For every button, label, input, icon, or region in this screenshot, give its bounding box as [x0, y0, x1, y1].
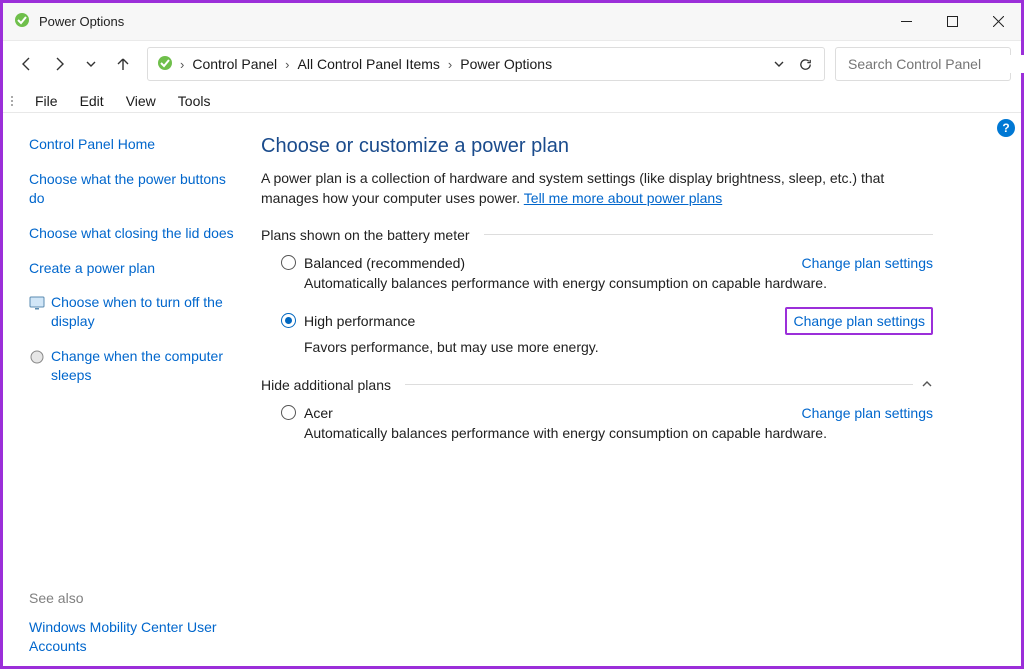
search-input[interactable]: [846, 55, 1024, 73]
back-button[interactable]: [13, 50, 41, 78]
sidebar-link-create-plan[interactable]: Create a power plan: [29, 259, 239, 278]
chevron-right-icon: ›: [448, 57, 452, 72]
plan-row-acer: Acer Change plan settings: [261, 401, 933, 423]
plan-row-high-performance: High performance Change plan settings: [261, 303, 933, 337]
moon-icon: [29, 349, 45, 365]
window-title: Power Options: [39, 14, 124, 29]
chevron-right-icon: ›: [285, 57, 289, 72]
main-content: Choose or customize a power plan A power…: [251, 113, 1021, 666]
address-icon: [156, 54, 174, 75]
forward-button[interactable]: [45, 50, 73, 78]
change-plan-settings-link[interactable]: Change plan settings: [801, 405, 933, 421]
nav-bar: › Control Panel › All Control Panel Item…: [3, 41, 1021, 87]
breadcrumb[interactable]: Power Options: [458, 56, 554, 72]
address-bar[interactable]: › Control Panel › All Control Panel Item…: [147, 47, 825, 81]
change-plan-settings-link[interactable]: Change plan settings: [801, 255, 933, 271]
maximize-button[interactable]: [929, 3, 975, 41]
change-plan-settings-link[interactable]: Change plan settings: [785, 307, 933, 335]
up-button[interactable]: [109, 50, 137, 78]
sidebar-link-power-buttons[interactable]: Choose what the power buttons do: [29, 170, 239, 208]
plan-row-balanced: Balanced (recommended) Change plan setti…: [261, 251, 933, 273]
plan-description: Automatically balances performance with …: [261, 273, 933, 303]
sidebar: Control Panel Home Choose what the power…: [3, 113, 251, 666]
chevron-right-icon: ›: [180, 57, 184, 72]
app-icon: [13, 11, 31, 32]
section-header-battery-plans: Plans shown on the battery meter: [261, 227, 933, 243]
menu-view[interactable]: View: [116, 90, 166, 112]
title-bar: Power Options: [3, 3, 1021, 41]
plan-name: Balanced (recommended): [304, 255, 465, 271]
menu-bar: File Edit View Tools: [3, 87, 1021, 113]
sidebar-link-closing-lid[interactable]: Choose what closing the lid does: [29, 224, 239, 243]
radio-balanced[interactable]: [281, 255, 296, 270]
chevron-up-icon: [921, 377, 933, 393]
see-also-header: See also: [29, 590, 239, 606]
page-description: A power plan is a collection of hardware…: [261, 168, 901, 209]
see-also: See also Windows Mobility Center User Ac…: [29, 590, 239, 656]
menu-file[interactable]: File: [25, 90, 68, 112]
minimize-button[interactable]: [883, 3, 929, 41]
learn-more-link[interactable]: Tell me more about power plans: [524, 190, 722, 206]
search-box[interactable]: [835, 47, 1011, 81]
breadcrumb[interactable]: All Control Panel Items: [296, 56, 442, 72]
menu-edit[interactable]: Edit: [70, 90, 114, 112]
sidebar-link-computer-sleeps[interactable]: Change when the computer sleeps: [51, 347, 239, 385]
menu-grip-icon: [11, 96, 17, 106]
see-also-mobility-center[interactable]: Windows Mobility Center: [29, 619, 183, 635]
refresh-button[interactable]: [792, 51, 818, 77]
help-icon[interactable]: ?: [997, 119, 1015, 137]
address-dropdown-button[interactable]: [766, 51, 792, 77]
close-button[interactable]: [975, 3, 1021, 41]
plan-description: Automatically balances performance with …: [261, 423, 933, 453]
breadcrumb[interactable]: Control Panel: [190, 56, 279, 72]
recent-button[interactable]: [77, 50, 105, 78]
section-header-additional-plans[interactable]: Hide additional plans: [261, 377, 933, 393]
radio-acer[interactable]: [281, 405, 296, 420]
plan-name: High performance: [304, 313, 415, 329]
plan-description: Favors performance, but may use more ene…: [261, 337, 933, 367]
menu-tools[interactable]: Tools: [168, 90, 221, 112]
sidebar-home-link[interactable]: Control Panel Home: [29, 135, 239, 154]
section-title: Hide additional plans: [261, 377, 391, 393]
page-title: Choose or customize a power plan: [261, 135, 933, 158]
sidebar-link-turn-off-display[interactable]: Choose when to turn off the display: [51, 293, 239, 331]
plan-name: Acer: [304, 405, 333, 421]
display-icon: [29, 295, 45, 311]
radio-high-performance[interactable]: [281, 313, 296, 328]
section-title: Plans shown on the battery meter: [261, 227, 470, 243]
content-body: ? Control Panel Home Choose what the pow…: [3, 113, 1021, 666]
